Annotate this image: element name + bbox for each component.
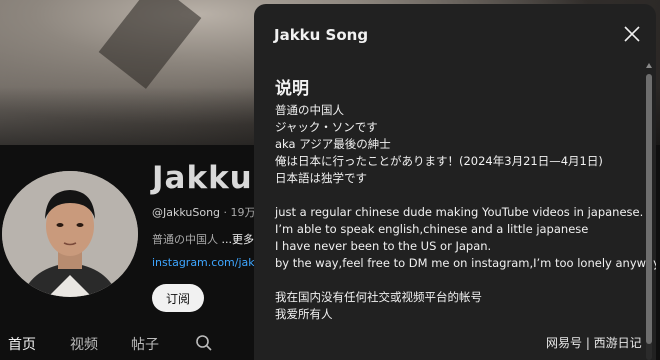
description-line: 普通の中国人 — [275, 103, 344, 117]
channel-tabs: 首页 视频 帖子 — [0, 330, 254, 360]
description-line: just a regular chinese dude making YouTu… — [275, 205, 644, 219]
description-line: by the way,feel free to DM me on instagr… — [275, 256, 656, 270]
handle-text: @JakkuSong — [152, 206, 221, 219]
description-blank-line — [275, 187, 645, 204]
avatar-portrait — [2, 171, 138, 297]
description-preview-text: 普通の中国人 — [152, 233, 218, 246]
description-body: 普通の中国人 ジャック・ソンです aka アジア最後の紳士 俺は日本に行ったこと… — [275, 102, 656, 323]
description-line: aka アジア最後の紳士 — [275, 137, 391, 151]
close-icon[interactable] — [622, 24, 642, 44]
description-line: ジャック・ソンです — [275, 120, 378, 134]
description-line: I’m able to speak english,chinese and a … — [275, 222, 589, 236]
channel-link[interactable]: instagram.com/jak — [152, 256, 255, 269]
subscriber-stats: · 19万 — [223, 206, 256, 219]
channel-handle: @JakkuSong · 19万 — [152, 204, 256, 220]
scroll-thumb[interactable] — [646, 74, 652, 344]
dialog-scrollbar[interactable] — [646, 60, 652, 360]
description-preview[interactable]: 普通の中国人 ...更多 — [152, 231, 254, 247]
tab-videos[interactable]: 视频 — [70, 334, 98, 354]
dialog-title: Jakku Song — [274, 26, 369, 44]
watermark: 网易号 | 西游日记 — [546, 336, 642, 350]
tab-posts[interactable]: 帖子 — [131, 334, 159, 354]
about-dialog: Jakku Song 说明 普通の中国人 ジャック・ソンです aka アジア最後… — [254, 4, 656, 360]
description-line: 我在国内没有任何社交或视频平台的帐号 — [275, 290, 482, 304]
description-blank-line — [275, 272, 645, 289]
more-link[interactable]: ...更多 — [222, 233, 255, 246]
avatar[interactable] — [2, 171, 138, 297]
description-line: I have never been to the US or Japan. — [275, 239, 492, 253]
subscribe-button[interactable]: 订阅 — [152, 284, 204, 312]
scroll-up-arrow-icon[interactable] — [646, 60, 652, 70]
tab-home[interactable]: 首页 — [8, 334, 36, 354]
description-line: 我爱所有人 — [275, 307, 333, 321]
description-heading: 说明 — [275, 79, 309, 99]
description-line: 俺は日本に行ったことがあります！(2024年3月21日—4月1日) — [275, 154, 603, 168]
search-icon[interactable] — [195, 334, 213, 352]
description-line: 日本語は独学です — [275, 171, 367, 185]
